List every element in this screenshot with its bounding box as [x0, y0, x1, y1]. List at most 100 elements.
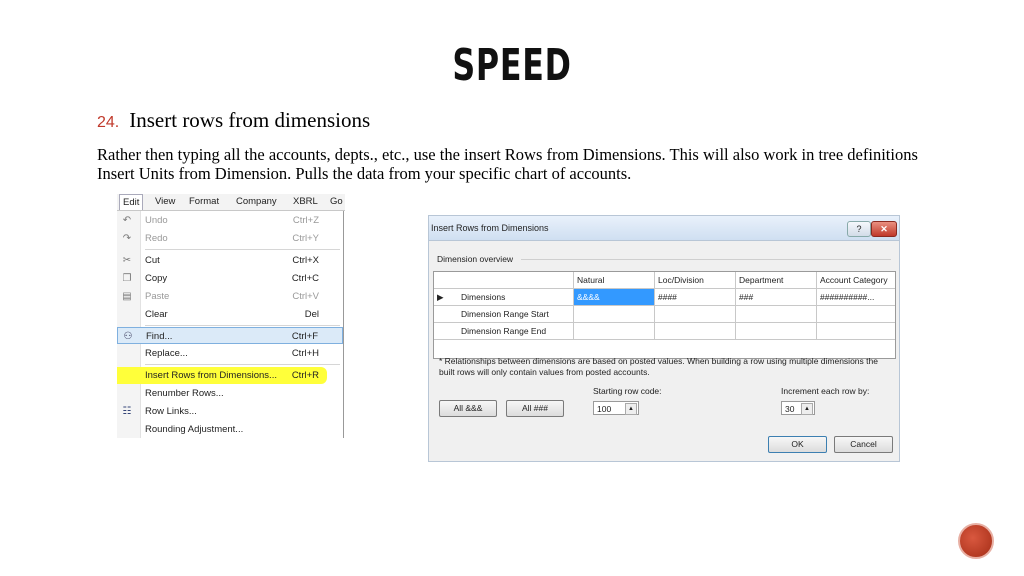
starting-row-value: 100	[597, 404, 612, 414]
dialog-titlebar: Insert Rows from Dimensions ? ✕	[429, 216, 899, 241]
grid-cell[interactable]: ##########...	[817, 289, 895, 306]
grid-cell[interactable]	[736, 306, 817, 323]
menu-item-label: Undo	[145, 215, 168, 226]
menu-item-label: Find...	[146, 331, 173, 342]
menu-item-label: Replace...	[145, 348, 188, 359]
menu-separator	[145, 249, 340, 250]
menu-item-label: Clear	[145, 309, 168, 320]
menu-item-copy[interactable]: ❐ Copy Ctrl+C	[117, 270, 343, 287]
increment-label: Increment each row by:	[781, 386, 870, 396]
menu-item-shortcut: Ctrl+V	[292, 291, 319, 302]
row-indicator	[434, 323, 452, 340]
menu-item-shortcut: Ctrl+X	[292, 255, 319, 266]
starting-row-input[interactable]: 100 ▲	[593, 401, 639, 415]
body-text: Rather then typing all the accounts, dep…	[97, 145, 918, 183]
grid-cell[interactable]	[574, 323, 655, 340]
insert-rows-dialog: Insert Rows from Dimensions ? ✕ Dimensio…	[428, 215, 900, 462]
row-links-icon: ☷	[122, 406, 132, 417]
grid-cell[interactable]: ####	[655, 289, 736, 306]
menu-item-replace[interactable]: Replace... Ctrl+H	[117, 345, 343, 362]
menu-item-label: Insert Rows from Dimensions...	[145, 370, 277, 381]
grid-cell[interactable]	[655, 306, 736, 323]
grid-cell[interactable]	[817, 306, 895, 323]
paste-icon: ▤	[122, 291, 132, 302]
increment-value: 30	[785, 404, 795, 414]
menu-item-label: Paste	[145, 291, 170, 302]
menu-item-renumber-rows[interactable]: Renumber Rows...	[117, 385, 343, 402]
cut-icon: ✂	[122, 255, 132, 266]
grid-cell[interactable]: &&&&	[574, 289, 655, 306]
menu-item-insert-rows-from-dimensions[interactable]: Insert Rows from Dimensions... Ctrl+R	[117, 367, 327, 384]
slide-decoration-circle	[958, 523, 994, 559]
cancel-button[interactable]: Cancel	[834, 436, 893, 453]
menu-edit[interactable]: Edit	[119, 194, 144, 210]
dialog-title: Insert Rows from Dimensions	[431, 223, 549, 233]
menu-item-shortcut: Ctrl+H	[291, 348, 319, 359]
grid-cell[interactable]: ###	[736, 289, 817, 306]
help-button[interactable]: ?	[847, 221, 871, 237]
menu-item-label: Rounding Adjustment...	[145, 424, 244, 435]
menu-go[interactable]: Go	[330, 196, 343, 207]
point-text: Insert rows from dimensions	[129, 108, 371, 132]
row-header: Dimensions	[452, 289, 574, 306]
row-indicator: ▶	[434, 289, 452, 306]
menu-xbrl[interactable]: XBRL	[293, 196, 318, 207]
slide-title: SPEED	[452, 40, 572, 91]
dimension-grid: Natural Loc/Division Department Account …	[433, 271, 896, 359]
column-header[interactable]: Account Category	[817, 272, 895, 289]
group-label: Dimension overview	[437, 254, 514, 264]
grid-cell[interactable]	[574, 306, 655, 323]
menu-item-redo[interactable]: ↷ Redo Ctrl+Y	[117, 230, 343, 247]
menu-item-row-links[interactable]: ☷ Row Links...	[117, 403, 343, 420]
ok-button[interactable]: OK	[768, 436, 827, 453]
close-button[interactable]: ✕	[871, 221, 897, 237]
menu-format[interactable]: Format	[189, 196, 219, 207]
row-header: Dimension Range End	[452, 323, 574, 340]
menu-item-paste[interactable]: ▤ Paste Ctrl+V	[117, 288, 343, 305]
menu-item-shortcut: Ctrl+F	[291, 331, 318, 342]
bullet-point: 24. Insert rows from dimensions	[97, 108, 370, 133]
grid-cell[interactable]	[817, 323, 895, 340]
point-number: 24.	[97, 114, 120, 131]
spinner-arrows-icon[interactable]: ▲	[625, 403, 637, 415]
menu-item-label: Row Links...	[145, 406, 197, 417]
undo-icon: ↶	[122, 215, 132, 226]
menu-item-shortcut: Ctrl+Y	[292, 233, 319, 244]
menu-item-cut[interactable]: ✂ Cut Ctrl+X	[117, 252, 343, 269]
grid-cell[interactable]	[736, 323, 817, 340]
column-header[interactable]: Loc/Division	[655, 272, 736, 289]
menu-item-undo[interactable]: ↶ Undo Ctrl+Z	[117, 212, 343, 229]
increment-input[interactable]: 30 ▲	[781, 401, 815, 415]
edit-dropdown: ↶ Undo Ctrl+Z ↷ Redo Ctrl+Y ✂ Cut Ctrl+X…	[117, 211, 344, 438]
menu-item-label: Renumber Rows...	[145, 388, 224, 399]
all-hash-button[interactable]: All ###	[506, 400, 564, 417]
menu-bar: Edit View Format Company XBRL Go	[117, 194, 345, 211]
menu-item-label: Redo	[145, 233, 168, 244]
relationship-note: * Relationships between dimensions are b…	[439, 356, 878, 377]
redo-icon: ↷	[122, 233, 132, 244]
all-amp-button[interactable]: All &&&	[439, 400, 497, 417]
menu-item-rounding-adjustment[interactable]: Rounding Adjustment...	[117, 421, 343, 438]
menu-separator	[145, 325, 340, 326]
copy-icon: ❐	[122, 273, 132, 284]
column-header[interactable]: Natural	[574, 272, 655, 289]
menu-item-find[interactable]: ⚇ Find... Ctrl+F	[117, 327, 343, 344]
menu-item-shortcut: Ctrl+Z	[292, 215, 319, 226]
binoculars-icon: ⚇	[123, 331, 133, 342]
menu-view[interactable]: View	[155, 196, 175, 207]
menu-item-clear[interactable]: Clear Del	[117, 306, 343, 323]
group-divider	[521, 259, 891, 260]
menu-item-shortcut: Ctrl+R	[291, 370, 319, 381]
grid-cell[interactable]	[655, 323, 736, 340]
spinner-arrows-icon[interactable]: ▲	[801, 403, 813, 415]
menu-company[interactable]: Company	[236, 196, 277, 207]
column-header[interactable]: Department	[736, 272, 817, 289]
row-indicator	[434, 306, 452, 323]
menu-separator	[145, 364, 340, 365]
row-header: Dimension Range Start	[452, 306, 574, 323]
menu-item-shortcut: Ctrl+C	[291, 273, 319, 284]
menu-item-label: Cut	[145, 255, 160, 266]
edit-menu-screenshot: Edit View Format Company XBRL Go ↶ Undo …	[117, 194, 345, 438]
menu-item-shortcut: Del	[304, 309, 319, 320]
starting-row-label: Starting row code:	[593, 386, 662, 396]
